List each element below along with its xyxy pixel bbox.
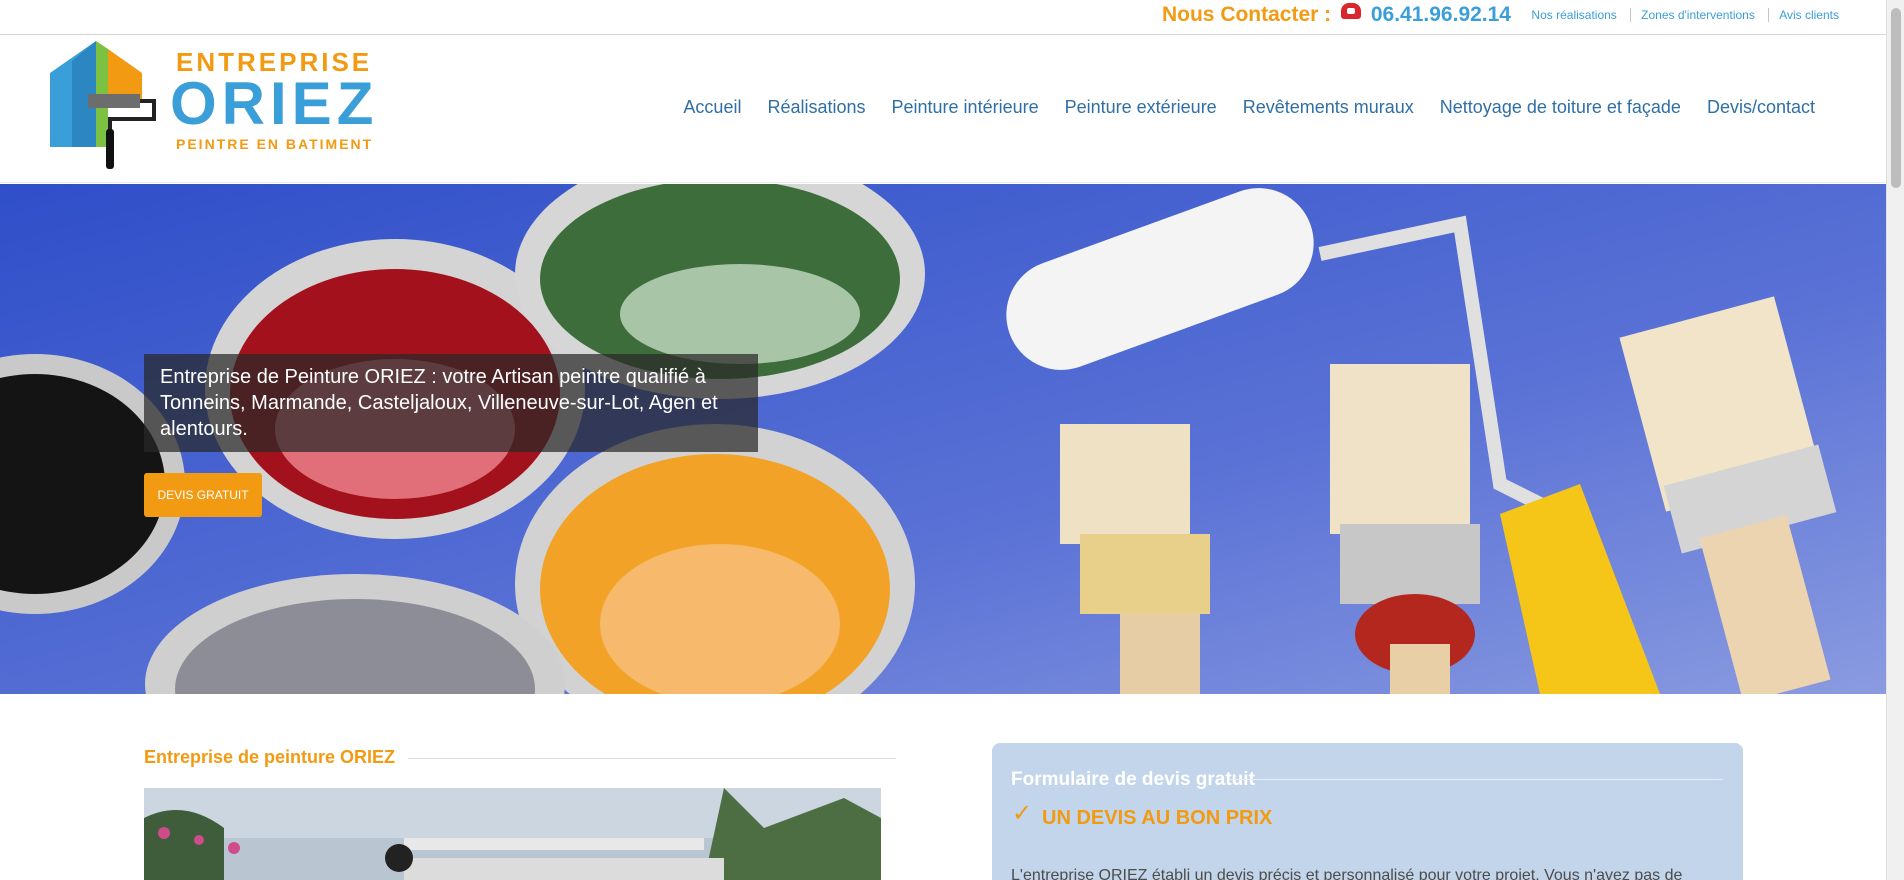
top-links: Nos réalisations Zones d'interventions A… xyxy=(1521,8,1849,22)
work-photo xyxy=(144,788,881,880)
hero-caption: Entreprise de Peinture ORIEZ : votre Art… xyxy=(144,354,758,452)
main-nav: Accueil Réalisations Peinture intérieure… xyxy=(670,97,1828,118)
page-scrollbar[interactable] xyxy=(1886,0,1904,880)
form-title: Formulaire de devis gratuit xyxy=(1011,769,1255,790)
section-title: Entreprise de peinture ORIEZ xyxy=(144,747,396,767)
logo-text-oriez: ORIEZ xyxy=(170,70,379,137)
top-bar: Nous Contacter : 06.41.96.92.14 Nos réal… xyxy=(0,0,1886,35)
form-text: L'entreprise ORIEZ établi un devis préci… xyxy=(1011,867,1683,880)
nav-item-peinture-interieure[interactable]: Peinture intérieure xyxy=(879,97,1052,118)
contact-label: Nous Contacter : xyxy=(1161,3,1332,26)
scrollbar-thumb[interactable] xyxy=(1891,8,1901,188)
nav-item-revetements-muraux[interactable]: Revêtements muraux xyxy=(1230,97,1427,118)
phone-number[interactable]: 06.41.96.92.14 xyxy=(1371,3,1511,26)
page: Nous Contacter : 06.41.96.92.14 Nos réal… xyxy=(0,0,1904,880)
nav-item-accueil[interactable]: Accueil xyxy=(670,97,754,118)
hero-slider: Entreprise de Peinture ORIEZ : votre Art… xyxy=(0,184,1886,694)
site-header: ENTREPRISE ORIEZ PEINTRE EN BATIMENT Acc… xyxy=(0,35,1886,183)
quote-form-box: Formulaire de devis gratuit ✓ UN DEVIS A… xyxy=(992,743,1743,880)
form-divider xyxy=(1230,779,1723,780)
section-divider xyxy=(408,758,896,759)
telephone-icon xyxy=(1341,3,1362,19)
top-link-realisations[interactable]: Nos réalisations xyxy=(1521,8,1626,22)
contact-info: Nous Contacter : 06.41.96.92.14 xyxy=(1162,3,1511,27)
work-photo-image xyxy=(144,788,881,880)
nav-item-nettoyage[interactable]: Nettoyage de toiture et façade xyxy=(1427,97,1694,118)
form-heading: UN DEVIS AU BON PRIX xyxy=(1042,807,1273,829)
top-link-zones[interactable]: Zones d'interventions xyxy=(1630,8,1765,22)
top-link-avis[interactable]: Avis clients xyxy=(1768,8,1849,22)
nav-item-peinture-exterieure[interactable]: Peinture extérieure xyxy=(1052,97,1230,118)
nav-item-realisations[interactable]: Réalisations xyxy=(754,97,878,118)
site-logo[interactable]: ENTREPRISE ORIEZ PEINTRE EN BATIMENT xyxy=(48,39,398,175)
checkmark-icon: ✓ xyxy=(1012,800,1033,827)
free-quote-button[interactable]: DEVIS GRATUIT xyxy=(144,473,262,517)
logo-house-roller-icon xyxy=(50,41,156,169)
nav-item-devis-contact[interactable]: Devis/contact xyxy=(1694,97,1828,118)
logo-text-peintre: PEINTRE EN BATIMENT xyxy=(176,136,374,152)
